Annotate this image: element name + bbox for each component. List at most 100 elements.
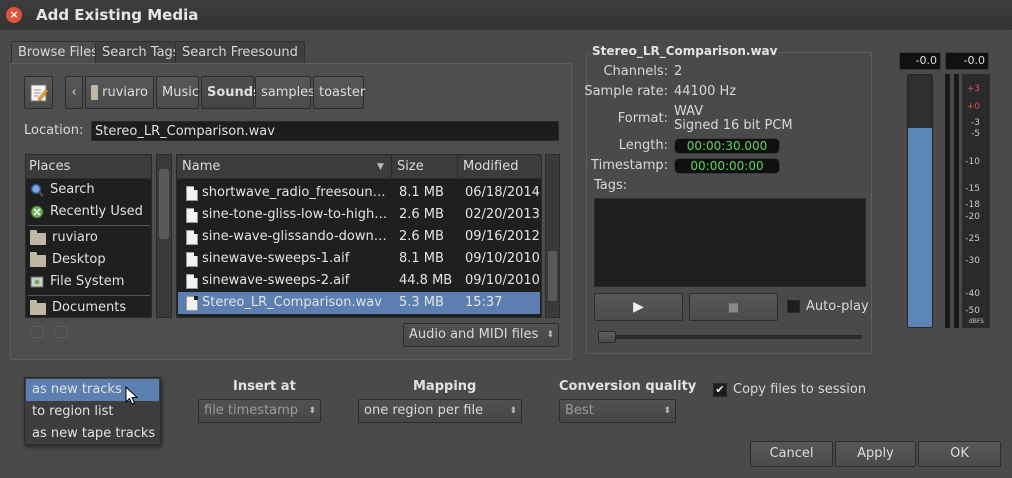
timestamp-clock: 00:00:00:00: [674, 158, 780, 174]
file-size: 8.1 MB: [399, 251, 444, 266]
file-list-header: Name ▼ Size Modified: [177, 155, 541, 179]
edit-location-button[interactable]: [24, 76, 53, 109]
file-size: 5.3 MB: [399, 295, 444, 310]
remove-place-icon[interactable]: [54, 326, 68, 338]
file-row[interactable]: shortwave_radio_freesound_4.wav 8.1 MB 0…: [178, 182, 540, 204]
crumb-toaster[interactable]: toaster: [313, 76, 365, 109]
location-label: Location:: [24, 123, 84, 138]
format-label: Format:: [617, 111, 668, 126]
file-size: 2.6 MB: [399, 207, 444, 222]
file-type-filter-value: Audio and MIDI files: [409, 327, 539, 342]
crumb-samples[interactable]: samples: [255, 76, 315, 109]
file-name: sinewave-sweeps-2.aif: [202, 273, 350, 288]
copy-files-label: Copy files to session: [733, 382, 867, 397]
file-row[interactable]: sinewave-sweeps-2.aif 44.8 MB 09/10/2010: [178, 270, 540, 292]
menu-item-region-list[interactable]: to region list: [26, 401, 159, 423]
scale-tick: +3: [966, 84, 980, 94]
mapping-value: one region per file: [364, 403, 484, 418]
col-size[interactable]: Size: [397, 155, 424, 179]
place-search[interactable]: Search: [30, 179, 95, 201]
channels-label: Channels:: [603, 64, 668, 79]
place-ruviaro[interactable]: ruviaro: [30, 227, 98, 249]
seek-slider[interactable]: [600, 335, 862, 339]
path-back-button[interactable]: ‹: [65, 76, 83, 109]
conversion-select[interactable]: Best ⬍: [559, 399, 676, 423]
location-input[interactable]: Stereo_LR_Comparison.wav: [91, 121, 559, 141]
apply-button[interactable]: Apply: [835, 441, 916, 467]
crumb-music[interactable]: Music: [156, 76, 199, 109]
stop-button[interactable]: ■: [689, 293, 778, 321]
search-icon: [30, 183, 44, 197]
insert-at-select[interactable]: file timestamp ⬍: [198, 399, 321, 423]
tab-search-tags[interactable]: Search Tags: [95, 41, 187, 63]
place-documents[interactable]: Documents: [30, 297, 126, 317]
place-desktop[interactable]: Desktop: [30, 249, 106, 271]
updown-icon: ⬍: [308, 406, 316, 416]
autoplay-label: Auto-play: [806, 299, 869, 314]
place-file-system[interactable]: File System: [30, 271, 124, 293]
file-icon: [186, 186, 198, 201]
play-button[interactable]: ▶: [594, 293, 683, 321]
file-icon: [186, 208, 198, 223]
place-file-system-label: File System: [50, 274, 125, 289]
autoplay-checkbox[interactable]: [787, 300, 800, 313]
file-icon: [186, 296, 198, 311]
place-recently-used[interactable]: Recently Used: [30, 201, 143, 223]
conversion-heading: Conversion quality: [559, 379, 697, 394]
crumb-sounds[interactable]: Sounds: [201, 76, 261, 109]
file-size: 8.1 MB: [399, 185, 444, 200]
folder-icon: [30, 230, 46, 245]
meter-scale: +3 +0 -3 -5 -10 -15 -18 -20 -25 -30 -40 …: [962, 74, 990, 328]
file-row[interactable]: sinewave-sweeps-1.aif 8.1 MB 09/10/2010: [178, 248, 540, 270]
col-name[interactable]: Name: [182, 155, 220, 179]
file-scroll-thumb[interactable]: [548, 251, 557, 301]
scale-tick: -25: [965, 234, 980, 244]
file-modified: 15:37: [465, 295, 503, 310]
tab-browse-files[interactable]: Browse Files: [11, 41, 105, 64]
menu-item-new-tape-tracks[interactable]: as new tape tracks: [26, 423, 159, 445]
ok-button[interactable]: OK: [918, 441, 1001, 467]
format-value: WAV: [674, 104, 704, 119]
scale-tick: -40: [965, 289, 980, 299]
places-scrollbar[interactable]: [156, 154, 172, 318]
crumb-ruviaro[interactable]: ruviaro: [85, 76, 154, 109]
samplerate-label: Sample rate:: [584, 84, 668, 99]
file-row[interactable]: sine-wave-glissando-down.wav 2.6 MB 09/1…: [178, 226, 540, 248]
length-clock: 00:00:30.000: [674, 138, 780, 154]
close-icon[interactable]: ×: [6, 7, 22, 23]
places-header: Places: [26, 155, 151, 179]
file-modified: 09/10/2010: [465, 251, 540, 266]
places-scroll-thumb[interactable]: [159, 169, 169, 239]
gain-fader[interactable]: [907, 74, 933, 328]
scale-tick: -50: [965, 306, 980, 316]
copy-files-checkbox[interactable]: ✔: [713, 383, 727, 397]
add-place-icon[interactable]: [30, 326, 44, 338]
channels-value: 2: [674, 64, 683, 79]
format-encoding: Signed 16 bit PCM: [674, 118, 793, 133]
left-peak-display: -0.0: [899, 52, 941, 70]
place-recently-used-label: Recently Used: [50, 204, 143, 219]
menu-item-new-tracks[interactable]: as new tracks: [26, 379, 159, 401]
tab-search-freesound[interactable]: Search Freesound: [175, 41, 305, 63]
samplerate-value: 44100 Hz: [674, 84, 737, 99]
scale-tick: -3: [971, 118, 980, 128]
file-type-filter[interactable]: Audio and MIDI files ⬍: [403, 323, 559, 347]
mapping-select[interactable]: one region per file ⬍: [358, 399, 522, 423]
file-list-scrollbar[interactable]: [545, 154, 560, 318]
file-size: 44.8 MB: [399, 273, 453, 288]
seek-slider-handle[interactable]: [598, 331, 616, 343]
file-name: sine-wave-glissando-down.wav: [202, 229, 390, 244]
col-modified[interactable]: Modified: [463, 155, 518, 179]
tags-textarea[interactable]: [594, 198, 866, 287]
insert-at-heading: Insert at: [233, 379, 296, 394]
crumb-ruviaro-label: ruviaro: [102, 85, 148, 100]
insert-at-value: file timestamp: [204, 403, 299, 418]
cancel-button[interactable]: Cancel: [750, 441, 833, 467]
mapping-heading: Mapping: [413, 379, 477, 394]
scale-unit: dBFS: [968, 318, 984, 325]
file-size: 2.6 MB: [399, 229, 444, 244]
file-row[interactable]: sine-tone-gliss-low-to-high.wav 2.6 MB 0…: [178, 204, 540, 226]
file-row-selected[interactable]: Stereo_LR_Comparison.wav 5.3 MB 15:37: [178, 292, 540, 314]
file-list: Name ▼ Size Modified shortwave_radio_fre…: [176, 154, 542, 318]
file-icon: [186, 252, 198, 267]
